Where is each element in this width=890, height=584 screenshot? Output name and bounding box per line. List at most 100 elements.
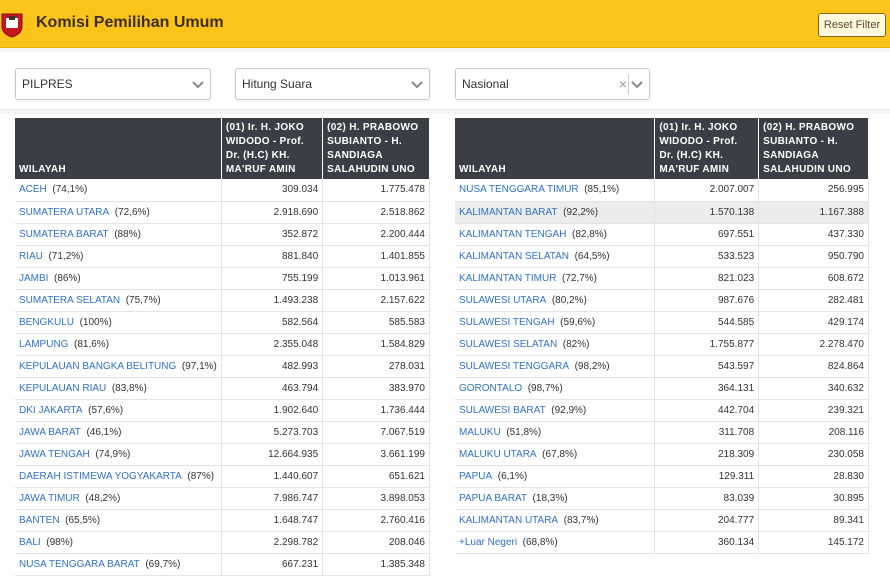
region-cell: ACEH (74,1%) <box>15 179 222 202</box>
region-link[interactable]: LAMPUNG <box>19 339 68 350</box>
candidate-01-votes: 2.355.048 <box>221 333 324 356</box>
candidate-02-votes: 2.760.416 <box>322 509 430 532</box>
region-link[interactable]: MALUKU UTARA <box>459 449 537 460</box>
candidate-02-votes: 239.321 <box>758 399 869 422</box>
region-progress: (57,6%) <box>88 404 124 416</box>
region-progress: (86%) <box>54 272 81 284</box>
table-row: KEPULAUAN BANGKA BELITUNG (97,1%) 482.993… <box>15 355 430 378</box>
region-progress: (72,7%) <box>561 272 597 284</box>
region-link[interactable]: +Luar Negeri <box>459 537 517 548</box>
region-progress: (82%) <box>562 338 590 350</box>
table-row: ACEH (74,1%) 309.034 1.775.478 <box>15 179 430 202</box>
region-progress: (72,6%) <box>114 206 150 218</box>
region-link[interactable]: SULAWESI BARAT <box>459 405 546 416</box>
region-link[interactable]: PAPUA BARAT <box>459 493 527 504</box>
region-link[interactable]: SUMATERA SELATAN <box>19 295 120 306</box>
region-cell: SULAWESI BARAT (92,9%) <box>455 399 656 422</box>
region-link[interactable]: JAWA TIMUR <box>19 493 80 504</box>
region-link[interactable]: SUMATERA UTARA <box>19 207 109 218</box>
region-link[interactable]: SULAWESI UTARA <box>459 295 546 306</box>
region-progress: (65,5%) <box>65 514 101 526</box>
region-progress: (48,2%) <box>85 492 121 504</box>
region-cell: SULAWESI UTARA (80,2%) <box>455 289 656 312</box>
region-cell: SULAWESI TENGGARA (98,2%) <box>455 355 656 378</box>
region-link[interactable]: KALIMANTAN TENGAH <box>459 229 566 240</box>
region-link[interactable]: SUMATERA BARAT <box>19 229 109 240</box>
candidate-02-votes: 1.736.444 <box>322 399 430 422</box>
region-cell: JAWA TENGAH (74,9%) <box>15 443 222 466</box>
candidate-02-votes: 824.864 <box>758 355 869 378</box>
table-row: SULAWESI TENGAH (59,6%) 544.585 429.174 <box>455 311 869 334</box>
candidate-02-votes: 1.584.829 <box>322 333 430 356</box>
region-value: Nasional <box>462 77 509 91</box>
election-type-select[interactable]: PILPRES <box>15 68 211 100</box>
region-link[interactable]: JAWA BARAT <box>19 427 81 438</box>
region-link[interactable]: DAERAH ISTIMEWA YOGYAKARTA <box>19 471 182 482</box>
region-link[interactable]: KEPULAUAN BANGKA BELITUNG <box>19 361 176 372</box>
table-row: NUSA TENGGARA BARAT (69,7%) 667.231 1.385.… <box>15 553 430 576</box>
region-link[interactable]: KALIMANTAN TIMUR <box>459 273 556 284</box>
region-link[interactable]: BANTEN <box>19 515 60 526</box>
region-link[interactable]: KALIMANTAN SELATAN <box>459 251 569 262</box>
candidate-01-votes: 442.704 <box>654 399 760 422</box>
region-cell: PAPUA BARAT (18,3%) <box>455 487 656 510</box>
region-link[interactable]: SULAWESI TENGGARA <box>459 361 569 372</box>
count-type-select[interactable]: Hitung Suara <box>235 68 430 100</box>
table-row: LAMPUNG (81,6%) 2.355.048 1.584.829 <box>15 333 430 356</box>
region-link[interactable]: GORONTALO <box>459 383 522 394</box>
region-link[interactable]: ACEH <box>19 184 47 195</box>
region-link[interactable]: BENGKULU <box>19 317 74 328</box>
candidate-01-votes: 309.034 <box>221 179 324 202</box>
table-row: RIAU (71,2%) 881.840 1.401.855 <box>15 245 430 268</box>
candidate-02-votes: 2.518.862 <box>322 201 430 224</box>
table-row: SULAWESI UTARA (80,2%) 987.676 282.481 <box>455 289 869 312</box>
kpu-logo-icon <box>1 13 23 38</box>
candidate-01-votes: 5.273.703 <box>221 421 324 444</box>
region-progress: (18,3%) <box>532 492 568 504</box>
region-link[interactable]: BALI <box>19 537 41 548</box>
region-link[interactable]: MALUKU <box>459 427 501 438</box>
candidate-02-votes: 1.013.961 <box>322 267 430 290</box>
region-progress: (83,7%) <box>563 514 599 526</box>
region-link[interactable]: KALIMANTAN BARAT <box>459 207 558 218</box>
candidate-02-votes: 89.341 <box>758 509 869 532</box>
region-progress: (82,8%) <box>572 228 608 240</box>
region-link[interactable]: JAMBI <box>19 273 48 284</box>
region-progress: (87%) <box>187 470 215 482</box>
region-progress: (74,9%) <box>95 448 131 460</box>
clear-icon[interactable]: × <box>619 76 627 92</box>
region-cell: NUSA TENGGARA BARAT (69,7%) <box>15 553 222 576</box>
candidate-01-votes: 987.676 <box>654 289 760 312</box>
region-link[interactable]: SULAWESI SELATAN <box>459 339 557 350</box>
region-link[interactable]: NUSA TENGGARA BARAT <box>19 559 140 570</box>
region-link[interactable]: KEPULAUAN RIAU <box>19 383 106 394</box>
region-link[interactable]: PAPUA <box>459 471 492 482</box>
region-link[interactable]: JAWA TENGAH <box>19 449 90 460</box>
region-cell: SUMATERA BARAT (88%) <box>15 223 222 246</box>
region-cell: KALIMANTAN TENGAH (82,8%) <box>455 223 656 246</box>
candidate-01-votes: 311.708 <box>654 421 760 444</box>
region-link[interactable]: RIAU <box>19 251 43 262</box>
region-link[interactable]: KALIMANTAN UTARA <box>459 515 558 526</box>
region-link[interactable]: SULAWESI TENGAH <box>459 317 555 328</box>
region-cell: MALUKU UTARA (67,8%) <box>455 443 656 466</box>
candidate-02-votes: 3.661.199 <box>322 443 430 466</box>
candidate-01-votes: 1.493.238 <box>221 289 324 312</box>
region-link[interactable]: DKI JAKARTA <box>19 405 83 416</box>
table-row: SULAWESI TENGGARA (98,2%) 543.597 824.864 <box>455 355 869 378</box>
region-progress: (64,5%) <box>574 250 610 262</box>
candidate-02-votes: 208.116 <box>758 421 869 444</box>
table-row: SUMATERA SELATAN (75,7%) 1.493.238 2.157.6… <box>15 289 430 312</box>
candidate-02-votes: 2.278.470 <box>758 333 869 356</box>
region-select[interactable]: Nasional × <box>455 68 650 100</box>
table-row: BANTEN (65,5%) 1.648.747 2.760.416 <box>15 509 430 532</box>
region-cell: KEPULAUAN BANGKA BELITUNG (97,1%) <box>15 355 222 378</box>
candidate-02-votes: 3.898.053 <box>322 487 430 510</box>
candidate-01-votes: 697.551 <box>654 223 760 246</box>
reset-filter-button[interactable]: Reset Filter <box>818 13 886 37</box>
table-row: GORONTALO (98,7%) 364.131 340.632 <box>455 377 869 400</box>
table-row: DKI JAKARTA (57,6%) 1.902.640 1.736.444 <box>15 399 430 422</box>
region-link[interactable]: NUSA TENGGARA TIMUR <box>459 184 579 195</box>
candidate-01-votes: 2.007.007 <box>654 179 760 202</box>
region-cell: LAMPUNG (81,6%) <box>15 333 222 356</box>
